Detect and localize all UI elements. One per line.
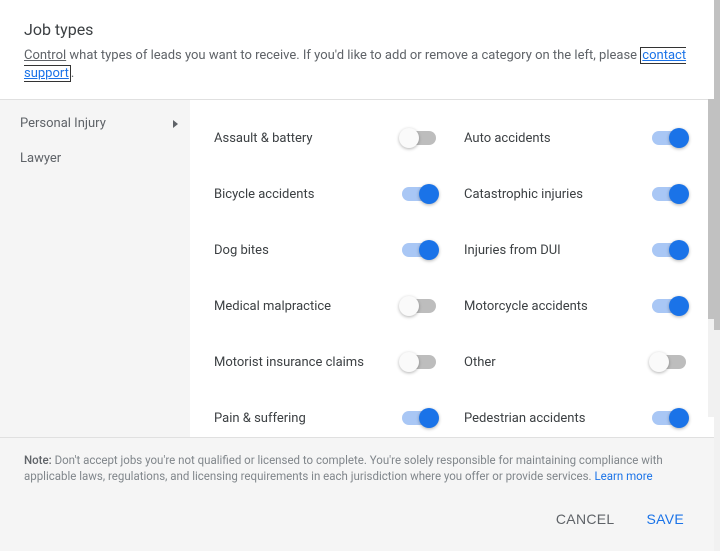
job-type-row: Assault & battery	[214, 110, 454, 166]
desc-lead: Control	[24, 48, 66, 63]
dialog-title: Job types	[24, 20, 690, 39]
job-type-row: Other	[464, 334, 704, 390]
job-type-label: Pedestrian accidents	[464, 411, 585, 426]
job-type-row: Injuries from DUI	[464, 222, 704, 278]
job-type-row: Medical malpractice	[214, 278, 454, 334]
job-type-label: Auto accidents	[464, 131, 551, 146]
job-type-toggle[interactable]	[402, 355, 436, 369]
job-type-toggle[interactable]	[652, 187, 686, 201]
toggle-knob	[669, 184, 689, 204]
job-type-row: Pain & suffering	[214, 390, 454, 436]
job-type-toggle[interactable]	[652, 411, 686, 425]
job-type-label: Catastrophic injuries	[464, 187, 583, 202]
job-types-dialog: Job types Control what types of leads yo…	[0, 0, 720, 551]
sidebar-item-label: Lawyer	[20, 151, 61, 166]
job-type-row: Catastrophic injuries	[464, 166, 704, 222]
toggle-knob	[649, 352, 669, 372]
job-type-toggle[interactable]	[402, 187, 436, 201]
job-type-toggle[interactable]	[402, 131, 436, 145]
toggle-knob	[399, 128, 419, 148]
job-type-row: Bicycle accidents	[214, 166, 454, 222]
dialog-header: Job types Control what types of leads yo…	[0, 0, 714, 100]
job-type-toggle[interactable]	[652, 355, 686, 369]
job-type-toggle[interactable]	[652, 131, 686, 145]
disclaimer-note: Note: Don't accept jobs you're not quali…	[0, 438, 714, 495]
job-type-row: Pedestrian accidents	[464, 390, 704, 436]
dialog-footer: Note: Don't accept jobs you're not quali…	[0, 437, 714, 551]
toggle-knob	[669, 240, 689, 260]
note-label: Note:	[24, 453, 52, 467]
sidebar-item-personal-injury[interactable]: Personal Injury	[0, 106, 190, 141]
learn-more-link[interactable]: Learn more	[594, 469, 652, 483]
job-type-toggle[interactable]	[652, 299, 686, 313]
job-type-label: Assault & battery	[214, 131, 313, 146]
toggle-knob	[419, 408, 439, 428]
job-types-list: Assault & battery Auto accidents Bicycle a…	[190, 100, 714, 436]
toggle-knob	[419, 240, 439, 260]
sidebar-item-lawyer[interactable]: Lawyer	[0, 141, 190, 176]
job-type-label: Medical malpractice	[214, 299, 331, 314]
desc-rest: what types of leads you want to receive.…	[66, 48, 640, 63]
category-sidebar: Personal Injury Lawyer	[0, 100, 190, 436]
job-type-label: Other	[464, 355, 496, 370]
page-scrollbar-thumb[interactable]	[714, 0, 720, 330]
toggle-knob	[669, 408, 689, 428]
dialog-description: Control what types of leads you want to …	[24, 47, 690, 83]
job-type-toggle[interactable]	[402, 299, 436, 313]
job-type-toggle[interactable]	[652, 243, 686, 257]
toggle-knob	[399, 352, 419, 372]
save-button[interactable]: SAVE	[636, 505, 694, 533]
job-type-row: Dog bites	[214, 222, 454, 278]
toggle-knob	[419, 184, 439, 204]
job-type-toggle[interactable]	[402, 411, 436, 425]
toggle-knob	[399, 296, 419, 316]
job-type-row: Motorcycle accidents	[464, 278, 704, 334]
sidebar-item-label: Personal Injury	[20, 116, 106, 131]
job-type-row: Auto accidents	[464, 110, 704, 166]
dialog-actions: CANCEL SAVE	[0, 495, 714, 551]
note-text: Don't accept jobs you're not qualified o…	[24, 453, 663, 484]
page-scrollbar[interactable]	[714, 0, 720, 551]
job-type-row: Motorist insurance claims	[214, 334, 454, 390]
chevron-right-icon	[173, 120, 178, 128]
toggle-knob	[669, 296, 689, 316]
job-type-label: Bicycle accidents	[214, 187, 314, 202]
job-type-label: Dog bites	[214, 243, 269, 258]
dialog-body: Personal Injury Lawyer Assault & battery…	[0, 100, 714, 436]
toggle-knob	[669, 128, 689, 148]
job-type-label: Motorist insurance claims	[214, 355, 364, 370]
job-type-label: Motorcycle accidents	[464, 299, 588, 314]
cancel-button[interactable]: CANCEL	[546, 505, 625, 533]
job-type-label: Pain & suffering	[214, 411, 306, 426]
job-type-label: Injuries from DUI	[464, 243, 561, 258]
job-type-toggle[interactable]	[402, 243, 436, 257]
